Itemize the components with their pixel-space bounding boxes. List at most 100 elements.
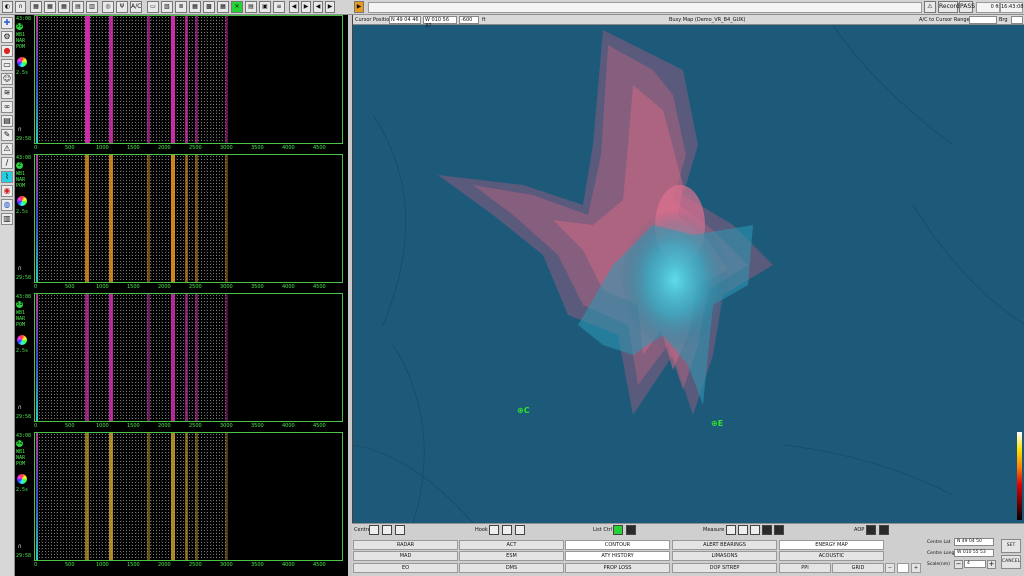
- gear-icon[interactable]: ⚙: [1, 31, 13, 43]
- centre-lat-field[interactable]: N 49 04 50: [954, 538, 994, 546]
- layout-icon[interactable]: ▤: [72, 1, 84, 13]
- chart-icon[interactable]: ▤: [245, 1, 257, 13]
- screen-icon[interactable]: ▭: [1, 59, 13, 71]
- act-button[interactable]: ACT: [459, 540, 564, 550]
- grid-button[interactable]: GRID: [832, 563, 884, 573]
- headphones-icon[interactable]: ∩: [18, 544, 22, 550]
- cancel-button[interactable]: CANCEL: [1001, 555, 1021, 569]
- channel-badge[interactable]: 2: [16, 162, 23, 169]
- limasons-button[interactable]: LIMASONS: [672, 551, 777, 561]
- pass-button[interactable]: PASS: [959, 1, 975, 13]
- radar-button[interactable]: RADAR: [353, 540, 458, 550]
- chart-tool-icon[interactable]: ▤: [1, 115, 13, 127]
- fast-forward-button[interactable]: ▶: [325, 1, 335, 13]
- globe-icon[interactable]: ◍: [1, 199, 13, 211]
- aop-box-icon[interactable]: [879, 525, 889, 535]
- prev-button[interactable]: ◀: [289, 1, 299, 13]
- track-tool-icon[interactable]: ⌇: [1, 171, 13, 183]
- dop-sitrep-button[interactable]: DOP SITREP: [672, 563, 777, 573]
- prop-loss-button[interactable]: PROP LOSS: [565, 563, 670, 573]
- mad-button[interactable]: MAD: [353, 551, 458, 561]
- layers-icon[interactable]: ≋: [1, 87, 13, 99]
- pen-icon[interactable]: ∕: [1, 157, 13, 169]
- warning-icon[interactable]: ⚠: [924, 1, 936, 13]
- esm-button[interactable]: ESM: [459, 551, 564, 561]
- channel-badge[interactable]: 52: [16, 440, 23, 447]
- color-wheel-icon[interactable]: [17, 474, 27, 484]
- measure-grid2-icon[interactable]: [774, 525, 784, 535]
- target-icon[interactable]: ◉: [1, 185, 13, 197]
- headphones-icon[interactable]: ∩: [18, 127, 22, 133]
- antenna-icon[interactable]: Ψ: [116, 1, 128, 13]
- waterfall-3[interactable]: 43:08 53 WB1 NAR POM 2.5s ∩ 29:58 0 500 1000 1500 20…: [15, 293, 348, 432]
- fast-back-button[interactable]: ◀: [313, 1, 323, 13]
- centre-cursor-icon[interactable]: [382, 525, 392, 535]
- listctrl-off-icon[interactable]: [626, 525, 636, 535]
- cd-icon[interactable]: ◎: [102, 1, 114, 13]
- channel-badge[interactable]: 53: [16, 301, 23, 308]
- scale-plus-button[interactable]: +: [987, 560, 996, 569]
- binoculars-icon[interactable]: ∞: [1, 101, 13, 113]
- contact-marker-c[interactable]: ⊕C: [517, 406, 530, 415]
- display-icon[interactable]: ▭: [147, 1, 159, 13]
- monitor-icon[interactable]: ▣: [259, 1, 271, 13]
- grid-large-icon[interactable]: ▦: [58, 1, 70, 13]
- measure-triangle-icon[interactable]: [738, 525, 748, 535]
- grid-medium-icon[interactable]: ▦: [44, 1, 56, 13]
- set-button[interactable]: SET: [1001, 539, 1021, 553]
- zoom-minus-button[interactable]: −: [885, 563, 895, 573]
- dms-button[interactable]: DMS: [459, 563, 564, 573]
- hook-box-icon[interactable]: [502, 525, 512, 535]
- scale-field[interactable]: 4: [964, 560, 986, 568]
- panel-icon[interactable]: ▥: [86, 1, 98, 13]
- map-icon[interactable]: ▧: [161, 1, 173, 13]
- waterfall-1[interactable]: 43:08 53 WB1 NAR POM 2.5s ∩ 29:58 0 500 1000 1500 20…: [15, 15, 348, 154]
- people-icon[interactable]: ☺: [1, 73, 13, 85]
- measure-grid-icon[interactable]: [762, 525, 772, 535]
- aty-history-button[interactable]: ATY HISTORY: [565, 551, 670, 561]
- radar-icon[interactable]: ◐: [2, 1, 13, 13]
- energy-map[interactable]: Cursor Position: N 49 04 46 W 010 56 37 …: [352, 15, 1024, 523]
- centre-target-icon[interactable]: [369, 525, 379, 535]
- headphones-icon[interactable]: ∩: [18, 266, 22, 272]
- waterfall-plot[interactable]: [34, 293, 343, 422]
- measure-ruler-icon[interactable]: [726, 525, 736, 535]
- zoom-plus-button[interactable]: +: [911, 563, 921, 573]
- link-icon[interactable]: ●: [1, 45, 13, 57]
- waterfall-2[interactable]: 43:08 2 WB1 NAR POM 2.5s ∩ 29:58 0 500 1000 1500 200…: [15, 154, 348, 293]
- warning-tool-icon[interactable]: ⚠: [1, 143, 13, 155]
- zoom-field[interactable]: [897, 563, 909, 573]
- headphones-icon[interactable]: ∩: [15, 1, 26, 13]
- scale-minus-button[interactable]: −: [954, 560, 963, 569]
- aop-slash-icon[interactable]: [866, 525, 876, 535]
- database-icon[interactable]: ▥: [1, 213, 13, 225]
- grid-small-icon[interactable]: ▦: [30, 1, 42, 13]
- hook-circle-icon[interactable]: [515, 525, 525, 535]
- waterfall-4[interactable]: 43:08 52 WB1 NAR POM 2.5s ∩ 29:58 0 500 1000 1500 20…: [15, 432, 348, 571]
- table-icon[interactable]: ▦: [189, 1, 201, 13]
- waterfall-plot[interactable]: [34, 154, 343, 283]
- color-wheel-icon[interactable]: [17, 335, 27, 345]
- next-button[interactable]: ▶: [301, 1, 311, 13]
- record-button[interactable]: Record: [938, 1, 960, 13]
- contour-button[interactable]: CONTOUR: [565, 540, 670, 550]
- listctrl-on-icon[interactable]: [613, 525, 623, 535]
- cross-icon[interactable]: ✕: [231, 1, 243, 13]
- tools-icon[interactable]: ✎: [1, 129, 13, 141]
- measure-circle-icon[interactable]: [750, 525, 760, 535]
- acoustic-button[interactable]: ACOUSTIC: [779, 551, 884, 561]
- play-button[interactable]: ▶: [354, 1, 364, 13]
- color-wheel-icon[interactable]: [17, 57, 27, 67]
- atc-button[interactable]: A/C: [130, 1, 142, 13]
- energy-map-button[interactable]: ENERGY MAP: [779, 540, 884, 550]
- centre-ship-icon[interactable]: [395, 525, 405, 535]
- centre-lon-field[interactable]: W 010 55 53: [954, 549, 994, 557]
- hook-star-icon[interactable]: [489, 525, 499, 535]
- list-icon[interactable]: ≣: [175, 1, 187, 13]
- add-icon[interactable]: ✚: [1, 17, 13, 29]
- headphones-icon[interactable]: ∩: [18, 405, 22, 411]
- contact-marker-e[interactable]: ⊕E: [711, 419, 723, 428]
- spectrum-icon[interactable]: ▩: [203, 1, 215, 13]
- color-wheel-icon[interactable]: [17, 196, 27, 206]
- eo-button[interactable]: EO: [353, 563, 458, 573]
